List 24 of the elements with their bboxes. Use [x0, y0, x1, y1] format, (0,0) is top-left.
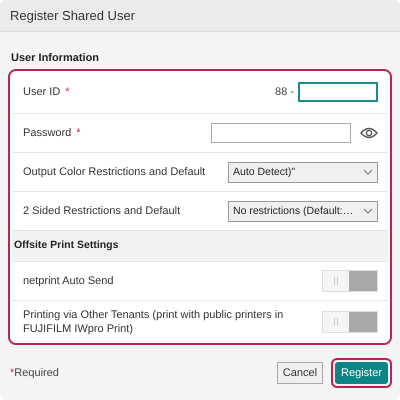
field-label: Password * — [23, 126, 82, 140]
dropdown-value: Auto Detect)" — [233, 166, 296, 178]
user-id-field[interactable] — [298, 82, 378, 102]
field-label: 2 Sided Restrictions and Default — [23, 204, 182, 218]
chevron-down-icon — [363, 169, 373, 175]
toggle-switch[interactable] — [322, 270, 378, 292]
dropdown[interactable]: Auto Detect)" — [228, 162, 378, 182]
toggle-switch[interactable] — [322, 311, 378, 333]
window-title: Register Shared User — [10, 8, 135, 23]
field-label: Printing via Other Tenants (print with public printers in FUJIFILM IWpro Print) — [23, 308, 284, 336]
section-title: Offsite Print Settings — [12, 231, 388, 262]
chevron-down-icon — [363, 208, 373, 214]
field-label: Output Color Restrictions and Default — [23, 164, 206, 180]
dropdown[interactable]: No restrictions (Default:… — [228, 200, 378, 222]
register-button[interactable]: Register — [335, 362, 388, 384]
show-password-icon[interactable] — [360, 127, 378, 139]
required-note: *Required — [10, 366, 59, 378]
dropdown-value: No restrictions (Default:… — [233, 205, 354, 217]
password-field[interactable] — [211, 123, 351, 143]
cancel-button[interactable]: Cancel — [276, 362, 324, 384]
field-label: User ID * — [23, 84, 71, 100]
section-title: User Information — [10, 52, 100, 66]
field-label: netprint Auto Send — [23, 274, 115, 288]
id-prefix: 88 - — [275, 86, 294, 98]
